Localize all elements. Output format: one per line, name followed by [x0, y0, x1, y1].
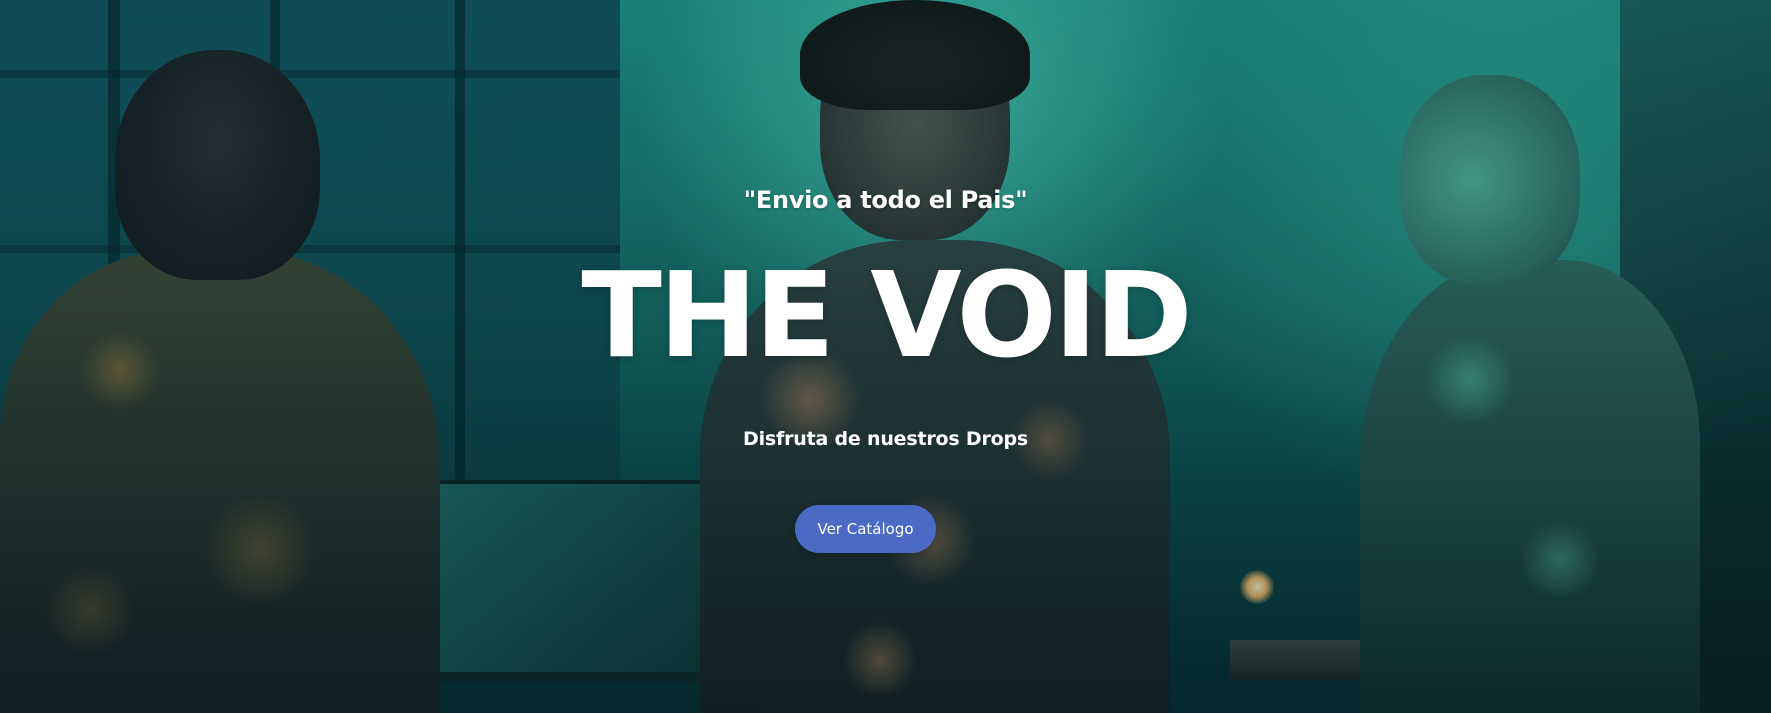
- hero-tagline: "Envio a todo el Pais": [743, 186, 1028, 214]
- hero-section: "Envio a todo el Pais" THE VOID Disfruta…: [0, 0, 1771, 713]
- hero-subtitle: Disfruta de nuestros Drops: [743, 428, 1028, 450]
- hero-content: "Envio a todo el Pais" THE VOID Disfruta…: [0, 0, 1771, 713]
- hero-title: THE VOID: [581, 246, 1192, 384]
- catalog-button[interactable]: Ver Catálogo: [795, 505, 936, 553]
